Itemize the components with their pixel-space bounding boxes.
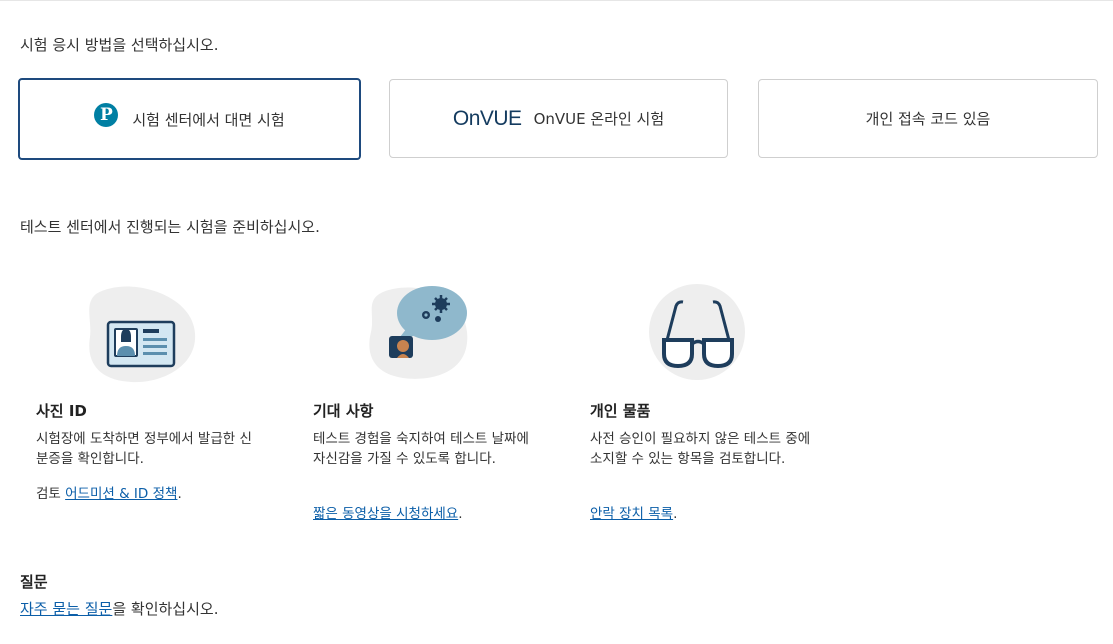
option-private-access-code[interactable]: 개인 접속 코드 있음 (758, 79, 1098, 158)
admission-id-policy-link[interactable]: 어드미션 & ID 정책 (65, 486, 177, 502)
pearson-logo-icon: P (94, 103, 119, 127)
card-personal-items: 개인 물품 사전 승인이 필요하지 않은 테스트 중에 소지할 수 있는 항목을… (590, 282, 820, 522)
card-description: 시험장에 도착하면 정부에서 발급한 신분증을 확인합니다. (36, 431, 252, 467)
card-title: 기대 사항 (313, 402, 374, 420)
link-suffix: . (673, 506, 678, 522)
faq-link[interactable]: 자주 묻는 질문 (20, 600, 112, 618)
card-expectations: 기대 사항 테스트 경험을 숙지하여 테스트 날짜에 자신감을 가질 수 있도록… (313, 282, 543, 522)
prep-heading: 테스트 센터에서 진행되는 시험을 준비하십시오. (20, 218, 320, 236)
top-divider (0, 0, 1113, 1)
option-label: 개인 접속 코드 있음 (865, 110, 991, 128)
questions-line: 자주 묻는 질문을 확인하십시오. (20, 598, 218, 619)
card-photo-id: 사진 ID 시험장에 도착하면 정부에서 발급한 신분증을 확인합니다. 검토 … (36, 282, 266, 502)
watch-video-link[interactable]: 짧은 동영상을 시청하세요 (313, 506, 458, 522)
card-description: 사전 승인이 필요하지 않은 테스트 중에 소지할 수 있는 항목을 검토합니다… (590, 431, 811, 467)
option-test-center[interactable]: P 시험 센터에서 대면 시험 (18, 78, 361, 160)
card-description: 테스트 경험을 숙지하여 테스트 날짜에 자신감을 가질 수 있도록 합니다. (313, 431, 529, 467)
option-onvue-online[interactable]: OnVUE OnVUE 온라인 시험 (389, 79, 728, 158)
card-link-line: 검토 어드미션 & ID 정책. (36, 482, 182, 502)
option-label: 시험 센터에서 대면 시험 (132, 110, 285, 129)
link-prefix: 검토 (36, 486, 66, 502)
card-link-line: 안락 장치 목록. (590, 502, 677, 522)
page-heading: 시험 응시 방법을 선택하십시오. (20, 36, 219, 54)
option-label: OnVUE 온라인 시험 (533, 110, 665, 128)
questions-title: 질문 (20, 573, 48, 591)
onvue-logo-icon: OnVUE (452, 106, 522, 130)
link-suffix: . (458, 506, 463, 522)
id-card-icon (36, 282, 266, 387)
questions-suffix: 을 확인하십시오. (112, 600, 219, 618)
card-link-line: 짧은 동영상을 시청하세요. (313, 502, 463, 522)
card-title: 사진 ID (36, 402, 87, 420)
link-suffix: . (177, 486, 182, 502)
card-title: 개인 물품 (590, 402, 651, 420)
comfort-aids-list-link[interactable]: 안락 장치 목록 (590, 506, 673, 522)
glasses-icon (590, 282, 820, 387)
person-thinking-gears-icon (313, 282, 543, 387)
